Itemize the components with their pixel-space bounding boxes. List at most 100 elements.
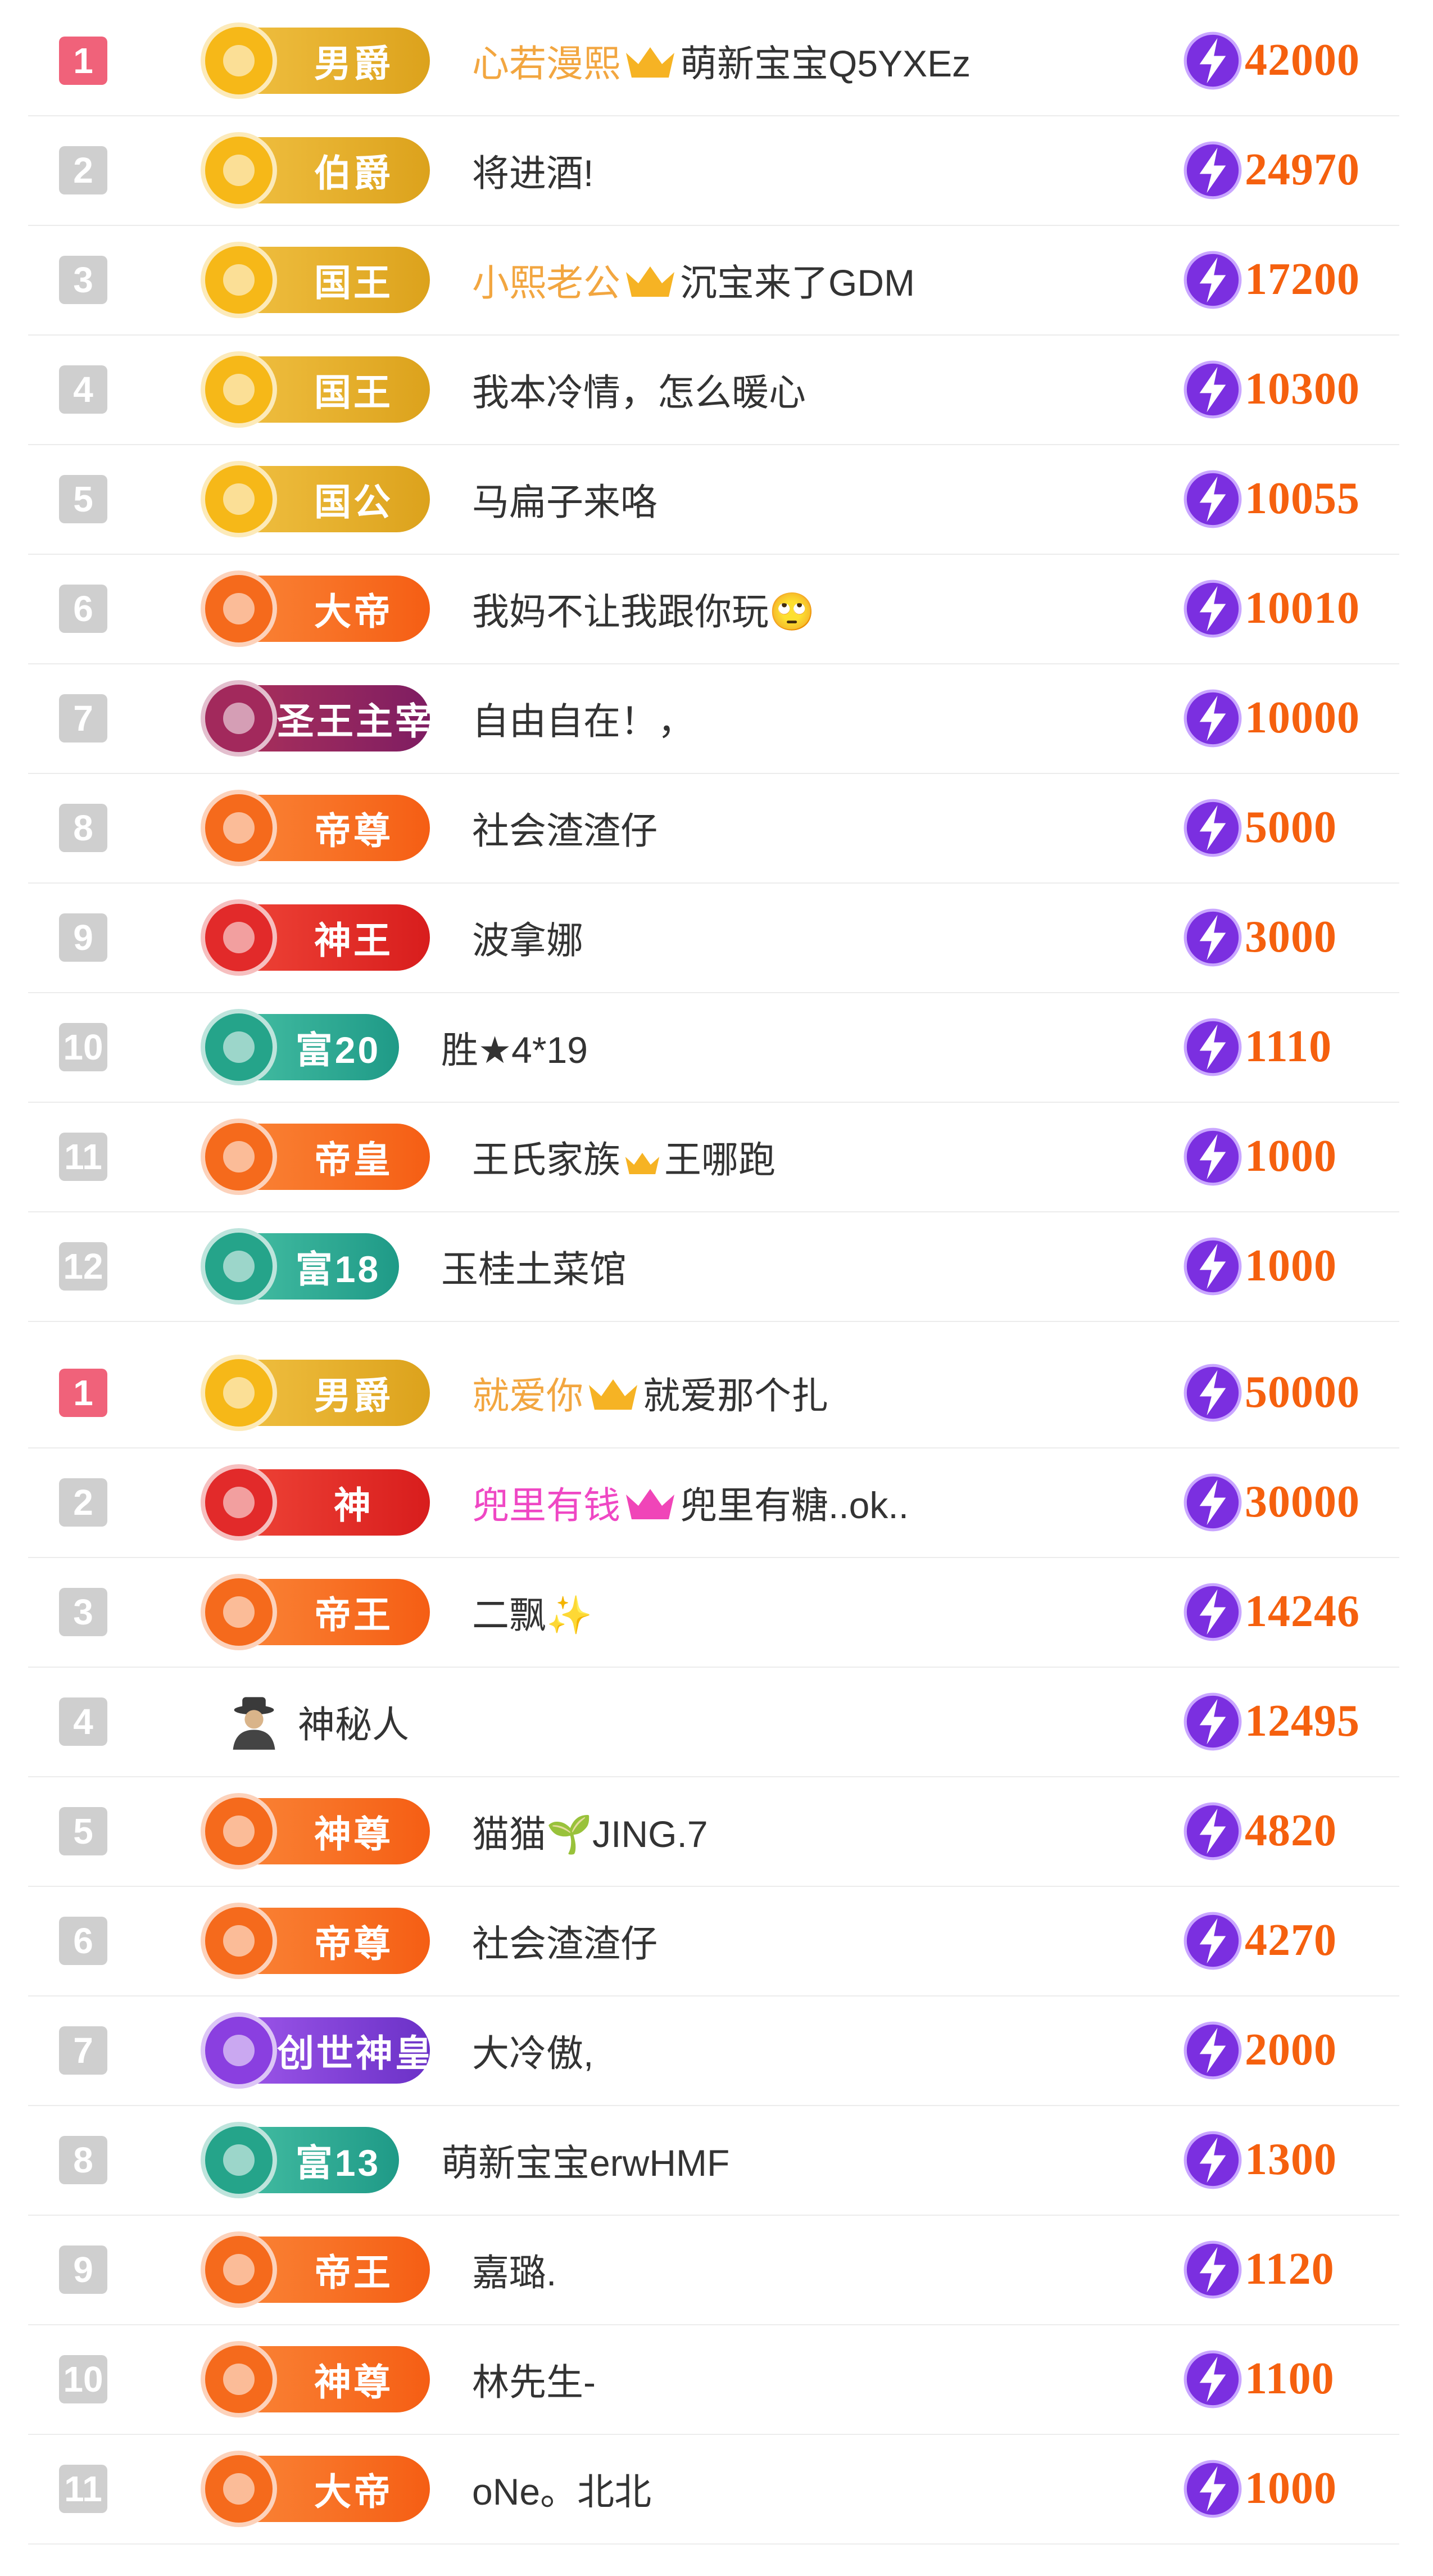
level-badge: 国公 — [201, 460, 430, 537]
user-name[interactable]: 将进酒! — [472, 143, 593, 197]
badge-label: 创世神皇 — [277, 2032, 434, 2074]
leaderboard-row[interactable]: 6 大帝 我妈不让我跟你玩🙄 10010 — [28, 554, 1399, 664]
rank-number: 9 — [59, 2245, 107, 2294]
rank-number: 1 — [59, 1368, 107, 1417]
badge-label: 富13 — [295, 2142, 381, 2184]
badge-emblem-icon — [201, 2340, 277, 2417]
lightning-coin-icon — [1183, 1364, 1242, 1421]
user-name[interactable]: 萌新宝宝erwHMF — [441, 2133, 729, 2187]
lightning-coin-icon — [1183, 2021, 1242, 2079]
user-name[interactable]: 小熙老公 沉宝来了GDM — [472, 253, 915, 307]
leaderboard-row[interactable]: 7 圣王主宰 自由自在！， 10000 — [28, 663, 1399, 774]
level-badge: 神 — [201, 1464, 430, 1541]
level-badge: 男爵 — [201, 1354, 430, 1431]
user-name[interactable]: 林先生- — [472, 2352, 596, 2406]
leaderboard-row[interactable]: 5 神尊 猫猫🌱JING.7 4820 — [28, 1776, 1399, 1887]
user-name[interactable]: 我本冷情，怎么暖心 — [472, 363, 806, 416]
section-divider — [28, 1321, 1399, 1338]
score: 10300 — [1183, 360, 1360, 419]
leaderboard-row[interactable]: 8 帝尊 社会渣渣仔 5000 — [28, 773, 1399, 884]
user-name[interactable]: 王氏家族 王哪跑 — [472, 1130, 776, 1184]
leaderboard-row[interactable]: 8 富13 萌新宝宝erwHMF 1300 — [28, 2105, 1399, 2216]
user-name[interactable]: 自由自在！， — [472, 691, 695, 745]
badge-emblem-core — [223, 483, 255, 515]
user-name[interactable]: 社会渣渣仔 — [472, 801, 657, 855]
badge-emblem-core — [223, 1031, 255, 1063]
leaderboard-row[interactable]: 10 神尊 林先生- 1100 — [28, 2324, 1399, 2435]
score-value: 24970 — [1245, 145, 1360, 194]
lightning-coin-icon — [1183, 2240, 1242, 2298]
badge-emblem-icon — [201, 1354, 277, 1431]
leaderboard-row[interactable]: 1 男爵 就爱你 就爱那个扎 50000 — [28, 1338, 1399, 1448]
leaderboard-row[interactable]: 11 帝皇 王氏家族 王哪跑 1000 — [28, 1102, 1399, 1212]
leaderboard-row[interactable]: 11 大帝 oNe。北北 1000 — [28, 2434, 1399, 2545]
leaderboard-row[interactable]: 5 国公 马扁子来咯 10055 — [28, 444, 1399, 555]
user-name[interactable]: 马扁子来咯 — [472, 472, 657, 526]
user-name[interactable]: 猫猫🌱JING.7 — [472, 1804, 708, 1858]
leaderboard-row[interactable]: 4 国王 我本冷情，怎么暖心 10300 — [28, 334, 1399, 445]
user-name[interactable]: 兜里有钱 兜里有糖..ok.. — [472, 1475, 909, 1529]
rank-number: 9 — [59, 913, 107, 962]
rank-number: 4 — [59, 1697, 107, 1746]
leaderboard-row[interactable]: 1 男爵 心若漫熙 萌新宝宝Q5YXEz 42000 — [28, 6, 1399, 116]
user-name-text: 马扁子来咯 — [472, 481, 657, 523]
user-name[interactable]: 波拿娜 — [472, 911, 583, 965]
lightning-coin-icon — [1183, 1583, 1242, 1641]
rank-number: 1 — [59, 36, 107, 85]
pink-crown-icon — [626, 1488, 674, 1519]
leaderboard-row[interactable]: 2 神 兜里有钱 兜里有糖..ok.. 30000 — [28, 1447, 1399, 1558]
user-name[interactable]: oNe。北北 — [472, 2462, 651, 2516]
leaderboard-row[interactable]: 9 神王 波拿娜 3000 — [28, 882, 1399, 993]
user-name[interactable]: 玉桂土菜馆 — [441, 1239, 627, 1293]
score-value: 30000 — [1245, 1477, 1360, 1527]
leaderboard-row[interactable]: 6 帝尊 社会渣渣仔 4270 — [28, 1886, 1399, 1996]
user-name[interactable]: 社会渣渣仔 — [472, 1914, 657, 1968]
score-value: 1120 — [1245, 2244, 1335, 2294]
score: 1120 — [1183, 2240, 1335, 2299]
rank-number: 6 — [59, 1916, 107, 1965]
leaderboard-row[interactable]: 3 国王 小熙老公 沉宝来了GDM 17200 — [28, 225, 1399, 336]
level-badge: 富20 — [201, 1008, 399, 1085]
badge-emblem-core — [223, 812, 255, 844]
user-name[interactable]: 二飘✨ — [472, 1585, 592, 1639]
rank-number: 10 — [59, 2355, 107, 2403]
level-badge: 帝尊 — [201, 789, 430, 866]
level-badge: 神王 — [201, 899, 430, 976]
leaderboard-row[interactable]: 4 神秘人 12495 — [28, 1667, 1399, 1777]
level-badge: 富18 — [201, 1228, 399, 1305]
score: 1000 — [1183, 1237, 1337, 1296]
rank-number: 8 — [59, 803, 107, 852]
badge-emblem-core — [223, 1486, 255, 1518]
badge-emblem-core — [223, 44, 255, 76]
user-name[interactable]: 心若漫熙 萌新宝宝Q5YXEz — [472, 34, 971, 88]
level-badge: 帝皇 — [201, 1118, 430, 1195]
small-crown-icon — [625, 1152, 660, 1174]
badge-emblem-core — [223, 2253, 255, 2285]
leaderboard-row[interactable]: 9 帝王 嘉璐. 1120 — [28, 2215, 1399, 2325]
lightning-coin-icon — [1183, 1802, 1242, 1860]
leaderboard-row[interactable]: 7 创世神皇 大冷傲, 2000 — [28, 1995, 1399, 2106]
score-value: 14246 — [1245, 1587, 1360, 1636]
badge-emblem-icon — [201, 132, 277, 209]
user-name[interactable]: 嘉璐. — [472, 2243, 556, 2297]
leaderboard-row[interactable]: 10 富20 胜★4*19 1110 — [28, 992, 1399, 1103]
mystery-person-icon — [233, 1696, 275, 1750]
badge-label: 大帝 — [314, 2470, 393, 2512]
score-value: 1000 — [1245, 1131, 1337, 1181]
user-name-suffix: 萌新宝宝Q5YXEz — [680, 42, 971, 84]
score: 42000 — [1183, 31, 1360, 90]
score-value: 5000 — [1245, 803, 1337, 852]
user-name[interactable]: 就爱你 就爱那个扎 — [472, 1366, 828, 1420]
lightning-coin-icon — [1183, 1128, 1242, 1185]
user-name-text: 玉桂土菜馆 — [441, 1248, 627, 1290]
user-name[interactable]: 我妈不让我跟你玩🙄 — [472, 582, 815, 636]
leaderboard-row[interactable]: 2 伯爵 将进酒! 24970 — [28, 115, 1399, 226]
badge-emblem-core — [223, 373, 255, 405]
user-name[interactable]: 神秘人 — [298, 1695, 409, 1749]
leaderboard-row[interactable]: 3 帝王 二飘✨ 14246 — [28, 1557, 1399, 1668]
user-name[interactable]: 大冷傲, — [472, 2023, 593, 2077]
badge-emblem-core — [223, 1250, 255, 1282]
leaderboard-row[interactable]: 12 富18 玉桂土菜馆 1000 — [28, 1211, 1399, 1322]
user-name[interactable]: 胜★4*19 — [441, 1020, 588, 1074]
level-badge: 圣王主宰 — [201, 680, 432, 757]
